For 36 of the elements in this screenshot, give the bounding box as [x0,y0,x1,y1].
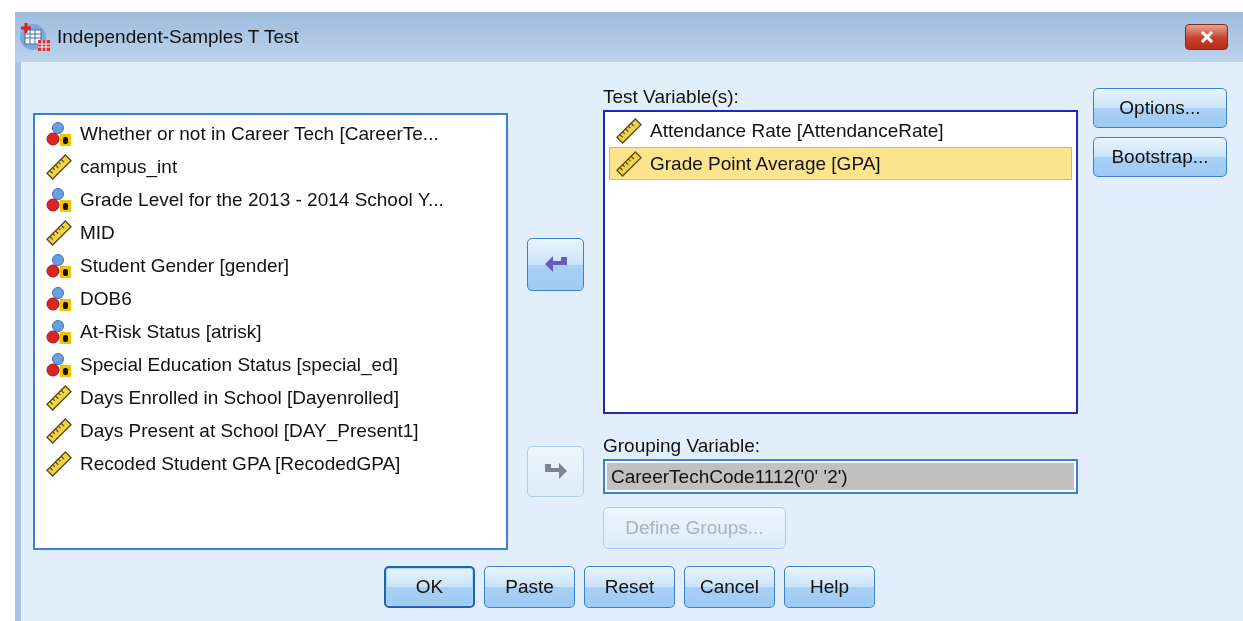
dialog-button[interactable]: Options... [1093,88,1227,128]
nominal-variable-icon [46,351,72,378]
dialog-button[interactable]: Bootstrap... [1093,137,1227,177]
variable-item[interactable]: Whether or not in Career Tech [CareerTe... [39,117,502,150]
dialog-button[interactable]: Cancel [684,566,775,608]
move-button[interactable] [527,238,584,291]
test-variables-label: Test Variable(s): [603,86,740,109]
variable-item[interactable]: Grade Level for the 2013 - 2014 School Y... [39,183,502,216]
dialog-button[interactable]: OK [384,566,475,608]
window-title: Independent-Samples T Test [57,26,300,48]
variable-item[interactable]: Student Gender [gender] [39,249,502,282]
dialog-button[interactable]: Paste [484,566,575,608]
nominal-variable-icon [46,252,72,279]
close-icon [1199,31,1214,43]
variable-item[interactable]: At-Risk Status [atrisk] [39,315,502,348]
variable-item[interactable]: Days Enrolled in School [Dayenrolled] [39,381,502,414]
dialog-button[interactable]: Reset [584,566,675,608]
dialog-button[interactable]: Help [784,566,875,608]
nominal-variable-icon [46,318,72,345]
nominal-variable-icon [46,120,72,147]
variable-item[interactable]: campus_int [39,150,502,183]
variable-item[interactable]: MID [39,216,502,249]
variable-item[interactable]: DOB6 [39,282,502,315]
variable-item[interactable]: Attendance Rate [AttendanceRate] [609,114,1072,147]
variable-item[interactable]: Grade Point Average [GPA] [609,147,1072,180]
test-variables-list[interactable]: Attendance Rate [AttendanceRate] Grade Point Average [GPA] [603,110,1078,414]
grouping-variable-field[interactable]: CareerTechCode1112('0' '2') [603,459,1078,494]
close-button[interactable] [1185,24,1228,50]
nominal-variable-icon [46,186,72,213]
grouping-variable-label: Grouping Variable: [603,435,762,458]
table-icon [19,22,51,52]
variable-item[interactable]: Recoded Student GPA [RecodedGPA] [39,447,502,480]
nominal-variable-icon [46,285,72,312]
variable-item[interactable]: Special Education Status [special_ed] [39,348,502,381]
variable-item[interactable]: Days Present at School [DAY_Present1] [39,414,502,447]
variable-list[interactable] [33,113,508,550]
